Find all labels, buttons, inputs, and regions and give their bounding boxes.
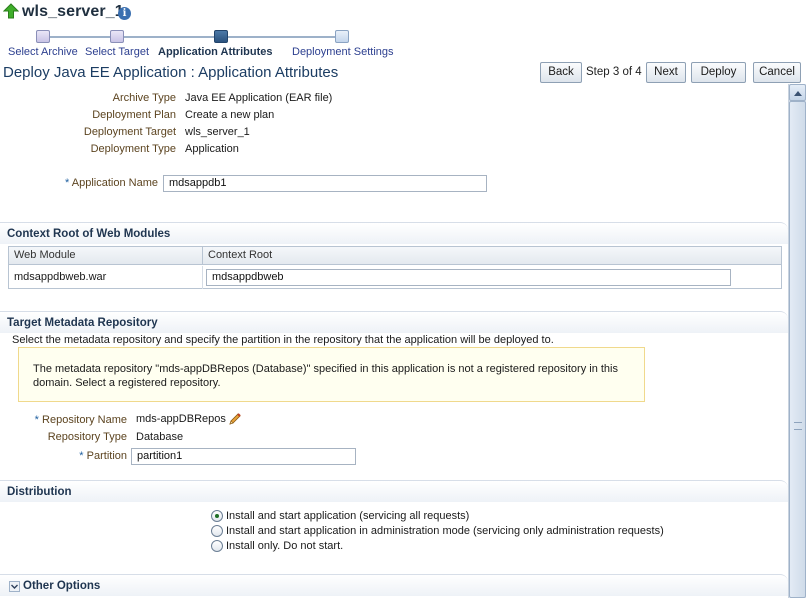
column-header-context-root: Context Root — [203, 247, 781, 265]
train-label-deployment-settings[interactable]: Deployment Settings — [292, 46, 394, 58]
content-area: Archive Type Java EE Application (EAR fi… — [0, 84, 788, 598]
radio-install-and-start[interactable] — [211, 510, 223, 522]
info-icon[interactable]: i — [118, 7, 131, 20]
application-name-label: * Application Name — [65, 177, 158, 189]
other-options-section[interactable]: Other Options — [0, 574, 788, 596]
distribution-section-title: Distribution — [7, 486, 72, 498]
page-header: wls_server_1 i — [0, 0, 806, 26]
radio-label-install-admin-mode[interactable]: Install and start application in adminis… — [226, 525, 664, 537]
repository-name-value: mds-appDBRepos — [136, 413, 226, 425]
cancel-button[interactable]: Cancel — [753, 62, 801, 83]
server-title: wls_server_1 — [22, 3, 124, 20]
radio-install-admin-mode[interactable] — [211, 525, 223, 537]
edit-pencil-icon[interactable] — [227, 411, 243, 427]
train-connector — [43, 36, 342, 38]
train-stop-deployment-settings[interactable] — [335, 30, 349, 43]
warning-message-text: The metadata repository "mds-appDBRepos … — [33, 363, 618, 389]
partition-input[interactable]: partition1 — [131, 448, 356, 465]
metadata-section-title: Target Metadata Repository — [7, 317, 158, 329]
radio-install-only[interactable] — [211, 540, 223, 552]
deployment-type-label: Deployment Type — [90, 143, 176, 155]
radio-label-install-and-start[interactable]: Install and start application (servicing… — [226, 510, 469, 522]
column-header-web-module: Web Module — [9, 247, 203, 265]
context-root-section-title: Context Root of Web Modules — [7, 228, 171, 240]
deployment-plan-value: Create a new plan — [185, 109, 275, 121]
next-button[interactable]: Next — [646, 62, 686, 83]
deployment-type-value: Application — [185, 143, 239, 155]
archive-type-label: Archive Type — [112, 92, 176, 104]
web-module-cell: mdsappdbweb.war — [9, 266, 203, 289]
metadata-description: Select the metadata repository and speci… — [12, 334, 554, 346]
archive-type-value: Java EE Application (EAR file) — [185, 92, 333, 104]
scroll-up-button[interactable] — [789, 84, 806, 101]
deployment-plan-label: Deployment Plan — [92, 109, 176, 121]
repository-type-value: Database — [136, 431, 184, 443]
required-marker: * — [34, 414, 39, 426]
train-label-select-archive[interactable]: Select Archive — [8, 46, 78, 58]
back-button[interactable]: Back — [540, 62, 582, 83]
other-options-section-title[interactable]: Other Options — [23, 580, 100, 592]
repository-name-label: * Repository Name — [35, 414, 127, 426]
distribution-section: Distribution — [0, 480, 788, 502]
train-label-select-target[interactable]: Select Target — [85, 46, 149, 58]
train-stop-select-archive[interactable] — [36, 30, 50, 43]
scroll-grip-icon — [794, 422, 802, 430]
deployment-target-value: wls_server_1 — [185, 126, 250, 138]
train-stop-select-target[interactable] — [110, 30, 124, 43]
context-root-table: Web Module Context Root mdsappdbweb.war … — [8, 246, 782, 289]
repository-type-label: Repository Type — [47, 431, 127, 443]
scroll-up-arrow-icon — [794, 91, 802, 96]
partition-label: * Partition — [79, 450, 127, 462]
deploy-button[interactable]: Deploy — [691, 62, 746, 83]
up-arrow-icon[interactable] — [3, 3, 19, 19]
required-marker: * — [65, 177, 70, 189]
chevron-down-icon[interactable] — [9, 581, 20, 592]
scroll-thumb[interactable] — [789, 101, 806, 598]
train-label-application-attributes: Application Attributes — [158, 46, 273, 58]
repository-name-label-text: Repository Name — [42, 414, 127, 426]
radio-label-install-only[interactable]: Install only. Do not start. — [226, 540, 343, 552]
deployment-target-label: Deployment Target — [83, 126, 176, 138]
step-indicator: Step 3 of 4 — [586, 66, 642, 78]
context-root-section: Context Root of Web Modules — [0, 222, 788, 244]
application-name-input[interactable]: mdsappdb1 — [163, 175, 487, 192]
train-stop-application-attributes — [214, 30, 228, 43]
required-marker: * — [79, 450, 84, 462]
context-root-input[interactable]: mdsappdbweb — [206, 269, 731, 286]
application-name-label-text: Application Name — [71, 177, 158, 189]
vertical-scrollbar[interactable] — [788, 84, 806, 598]
warning-message-box: The metadata repository "mds-appDBRepos … — [18, 347, 645, 402]
metadata-section: Target Metadata Repository — [0, 311, 788, 333]
page-title: Deploy Java EE Application : Application… — [3, 64, 339, 81]
partition-label-text: Partition — [86, 450, 127, 462]
